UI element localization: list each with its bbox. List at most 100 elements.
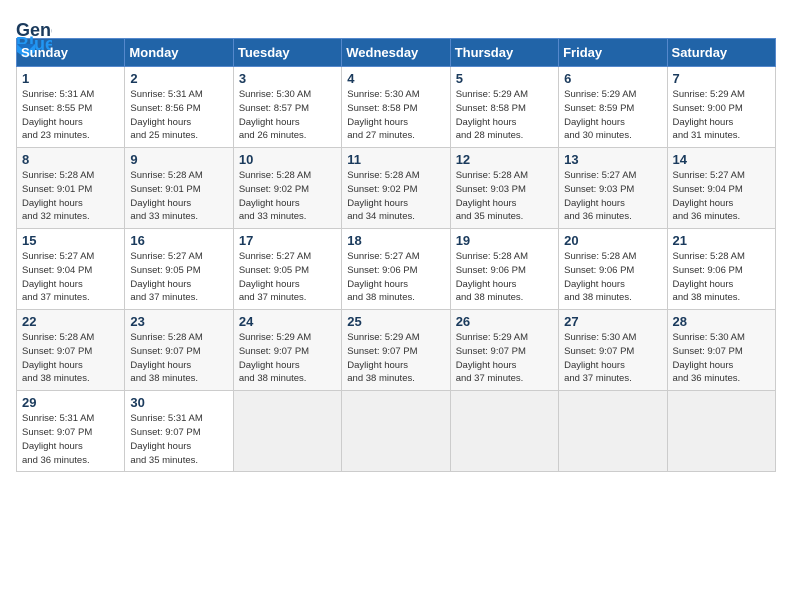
table-row: 4 Sunrise: 5:30 AM Sunset: 8:58 PM Dayli… bbox=[342, 67, 450, 148]
table-row: 6 Sunrise: 5:29 AM Sunset: 8:59 PM Dayli… bbox=[559, 67, 667, 148]
day-number: 27 bbox=[564, 314, 661, 329]
day-info: Sunrise: 5:31 AM Sunset: 8:56 PM Dayligh… bbox=[130, 88, 227, 143]
header-saturday: Saturday bbox=[667, 39, 775, 67]
day-info: Sunrise: 5:29 AM Sunset: 9:07 PM Dayligh… bbox=[456, 331, 553, 386]
table-row: 22 Sunrise: 5:28 AM Sunset: 9:07 PM Dayl… bbox=[17, 310, 125, 391]
header-monday: Monday bbox=[125, 39, 233, 67]
day-info: Sunrise: 5:28 AM Sunset: 9:02 PM Dayligh… bbox=[239, 169, 336, 224]
day-number: 4 bbox=[347, 71, 444, 86]
empty-cell bbox=[667, 391, 775, 472]
table-row: 28 Sunrise: 5:30 AM Sunset: 9:07 PM Dayl… bbox=[667, 310, 775, 391]
calendar-week-row: 22 Sunrise: 5:28 AM Sunset: 9:07 PM Dayl… bbox=[17, 310, 776, 391]
day-number: 1 bbox=[22, 71, 119, 86]
table-row: 27 Sunrise: 5:30 AM Sunset: 9:07 PM Dayl… bbox=[559, 310, 667, 391]
day-info: Sunrise: 5:28 AM Sunset: 9:01 PM Dayligh… bbox=[130, 169, 227, 224]
day-info: Sunrise: 5:28 AM Sunset: 9:06 PM Dayligh… bbox=[456, 250, 553, 305]
day-info: Sunrise: 5:28 AM Sunset: 9:01 PM Dayligh… bbox=[22, 169, 119, 224]
table-row: 23 Sunrise: 5:28 AM Sunset: 9:07 PM Dayl… bbox=[125, 310, 233, 391]
day-number: 30 bbox=[130, 395, 227, 410]
day-info: Sunrise: 5:28 AM Sunset: 9:07 PM Dayligh… bbox=[130, 331, 227, 386]
table-row: 17 Sunrise: 5:27 AM Sunset: 9:05 PM Dayl… bbox=[233, 229, 341, 310]
calendar-week-row: 8 Sunrise: 5:28 AM Sunset: 9:01 PM Dayli… bbox=[17, 148, 776, 229]
table-row: 16 Sunrise: 5:27 AM Sunset: 9:05 PM Dayl… bbox=[125, 229, 233, 310]
day-info: Sunrise: 5:30 AM Sunset: 8:58 PM Dayligh… bbox=[347, 88, 444, 143]
day-info: Sunrise: 5:28 AM Sunset: 9:07 PM Dayligh… bbox=[22, 331, 119, 386]
header-friday: Friday bbox=[559, 39, 667, 67]
calendar-table: Sunday Monday Tuesday Wednesday Thursday… bbox=[16, 38, 776, 472]
table-row: 19 Sunrise: 5:28 AM Sunset: 9:06 PM Dayl… bbox=[450, 229, 558, 310]
day-number: 15 bbox=[22, 233, 119, 248]
day-info: Sunrise: 5:30 AM Sunset: 9:07 PM Dayligh… bbox=[564, 331, 661, 386]
day-number: 14 bbox=[673, 152, 770, 167]
day-info: Sunrise: 5:29 AM Sunset: 8:58 PM Dayligh… bbox=[456, 88, 553, 143]
day-number: 10 bbox=[239, 152, 336, 167]
day-info: Sunrise: 5:29 AM Sunset: 8:59 PM Dayligh… bbox=[564, 88, 661, 143]
day-number: 9 bbox=[130, 152, 227, 167]
table-row: 11 Sunrise: 5:28 AM Sunset: 9:02 PM Dayl… bbox=[342, 148, 450, 229]
day-info: Sunrise: 5:29 AM Sunset: 9:07 PM Dayligh… bbox=[347, 331, 444, 386]
day-info: Sunrise: 5:28 AM Sunset: 9:03 PM Dayligh… bbox=[456, 169, 553, 224]
day-number: 7 bbox=[673, 71, 770, 86]
day-info: Sunrise: 5:27 AM Sunset: 9:06 PM Dayligh… bbox=[347, 250, 444, 305]
day-number: 8 bbox=[22, 152, 119, 167]
day-info: Sunrise: 5:27 AM Sunset: 9:03 PM Dayligh… bbox=[564, 169, 661, 224]
day-number: 19 bbox=[456, 233, 553, 248]
day-info: Sunrise: 5:31 AM Sunset: 8:55 PM Dayligh… bbox=[22, 88, 119, 143]
page-header: General Blue bbox=[16, 16, 776, 30]
day-number: 29 bbox=[22, 395, 119, 410]
day-number: 26 bbox=[456, 314, 553, 329]
table-row: 30 Sunrise: 5:31 AM Sunset: 9:07 PM Dayl… bbox=[125, 391, 233, 472]
empty-cell bbox=[342, 391, 450, 472]
table-row: 12 Sunrise: 5:28 AM Sunset: 9:03 PM Dayl… bbox=[450, 148, 558, 229]
day-number: 20 bbox=[564, 233, 661, 248]
day-number: 12 bbox=[456, 152, 553, 167]
calendar-week-row: 29 Sunrise: 5:31 AM Sunset: 9:07 PM Dayl… bbox=[17, 391, 776, 472]
day-info: Sunrise: 5:30 AM Sunset: 9:07 PM Dayligh… bbox=[673, 331, 770, 386]
table-row: 24 Sunrise: 5:29 AM Sunset: 9:07 PM Dayl… bbox=[233, 310, 341, 391]
header-tuesday: Tuesday bbox=[233, 39, 341, 67]
day-info: Sunrise: 5:27 AM Sunset: 9:04 PM Dayligh… bbox=[22, 250, 119, 305]
table-row: 8 Sunrise: 5:28 AM Sunset: 9:01 PM Dayli… bbox=[17, 148, 125, 229]
logo: General Blue bbox=[16, 16, 68, 30]
table-row: 21 Sunrise: 5:28 AM Sunset: 9:06 PM Dayl… bbox=[667, 229, 775, 310]
table-row: 7 Sunrise: 5:29 AM Sunset: 9:00 PM Dayli… bbox=[667, 67, 775, 148]
calendar-header-row: Sunday Monday Tuesday Wednesday Thursday… bbox=[17, 39, 776, 67]
table-row: 3 Sunrise: 5:30 AM Sunset: 8:57 PM Dayli… bbox=[233, 67, 341, 148]
day-number: 22 bbox=[22, 314, 119, 329]
day-info: Sunrise: 5:29 AM Sunset: 9:07 PM Dayligh… bbox=[239, 331, 336, 386]
table-row: 25 Sunrise: 5:29 AM Sunset: 9:07 PM Dayl… bbox=[342, 310, 450, 391]
calendar-week-row: 1 Sunrise: 5:31 AM Sunset: 8:55 PM Dayli… bbox=[17, 67, 776, 148]
table-row: 10 Sunrise: 5:28 AM Sunset: 9:02 PM Dayl… bbox=[233, 148, 341, 229]
table-row: 29 Sunrise: 5:31 AM Sunset: 9:07 PM Dayl… bbox=[17, 391, 125, 472]
calendar-week-row: 15 Sunrise: 5:27 AM Sunset: 9:04 PM Dayl… bbox=[17, 229, 776, 310]
table-row: 15 Sunrise: 5:27 AM Sunset: 9:04 PM Dayl… bbox=[17, 229, 125, 310]
day-info: Sunrise: 5:28 AM Sunset: 9:06 PM Dayligh… bbox=[673, 250, 770, 305]
empty-cell bbox=[233, 391, 341, 472]
day-number: 17 bbox=[239, 233, 336, 248]
day-number: 5 bbox=[456, 71, 553, 86]
table-row: 18 Sunrise: 5:27 AM Sunset: 9:06 PM Dayl… bbox=[342, 229, 450, 310]
day-number: 28 bbox=[673, 314, 770, 329]
day-number: 3 bbox=[239, 71, 336, 86]
day-info: Sunrise: 5:27 AM Sunset: 9:04 PM Dayligh… bbox=[673, 169, 770, 224]
empty-cell bbox=[559, 391, 667, 472]
table-row: 9 Sunrise: 5:28 AM Sunset: 9:01 PM Dayli… bbox=[125, 148, 233, 229]
day-info: Sunrise: 5:31 AM Sunset: 9:07 PM Dayligh… bbox=[22, 412, 119, 467]
day-info: Sunrise: 5:28 AM Sunset: 9:02 PM Dayligh… bbox=[347, 169, 444, 224]
table-row: 13 Sunrise: 5:27 AM Sunset: 9:03 PM Dayl… bbox=[559, 148, 667, 229]
day-number: 16 bbox=[130, 233, 227, 248]
day-number: 23 bbox=[130, 314, 227, 329]
header-wednesday: Wednesday bbox=[342, 39, 450, 67]
table-row: 20 Sunrise: 5:28 AM Sunset: 9:06 PM Dayl… bbox=[559, 229, 667, 310]
day-info: Sunrise: 5:27 AM Sunset: 9:05 PM Dayligh… bbox=[239, 250, 336, 305]
day-number: 13 bbox=[564, 152, 661, 167]
day-number: 6 bbox=[564, 71, 661, 86]
table-row: 14 Sunrise: 5:27 AM Sunset: 9:04 PM Dayl… bbox=[667, 148, 775, 229]
table-row: 1 Sunrise: 5:31 AM Sunset: 8:55 PM Dayli… bbox=[17, 67, 125, 148]
header-thursday: Thursday bbox=[450, 39, 558, 67]
day-number: 21 bbox=[673, 233, 770, 248]
day-info: Sunrise: 5:30 AM Sunset: 8:57 PM Dayligh… bbox=[239, 88, 336, 143]
day-info: Sunrise: 5:31 AM Sunset: 9:07 PM Dayligh… bbox=[130, 412, 227, 467]
day-number: 25 bbox=[347, 314, 444, 329]
day-number: 2 bbox=[130, 71, 227, 86]
